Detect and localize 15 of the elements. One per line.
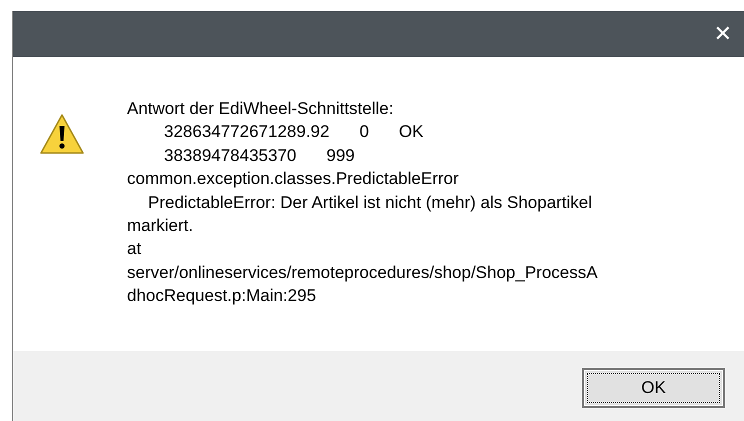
message-text: at — [127, 238, 142, 260]
close-button[interactable]: ✕ — [706, 22, 740, 46]
warning-icon — [39, 113, 85, 155]
ok-button[interactable]: OK — [582, 368, 725, 408]
message-text: server/onlineservices/remoteprocedures/shop/Shop_ProcessA — [127, 262, 598, 284]
message-text: PredictableError: Der Artikel ist nicht (mehr) als Shopartikel — [147, 192, 594, 214]
value-text: 328634772671289.92 — [164, 121, 330, 144]
message-text: dhocRequest.p:Main:295 — [127, 285, 318, 308]
value-text: OK — [398, 121, 424, 144]
message-text: Antwort der EdiWheel-Schnittstelle: — [127, 98, 394, 120]
value-text: 38389478435370 — [164, 144, 296, 167]
message-text: common.exception.classes.PredictableError — [127, 168, 460, 190]
value-text: 999 — [326, 144, 355, 167]
message-text: markiert. — [127, 215, 194, 238]
value-text: 0 — [359, 121, 369, 144]
